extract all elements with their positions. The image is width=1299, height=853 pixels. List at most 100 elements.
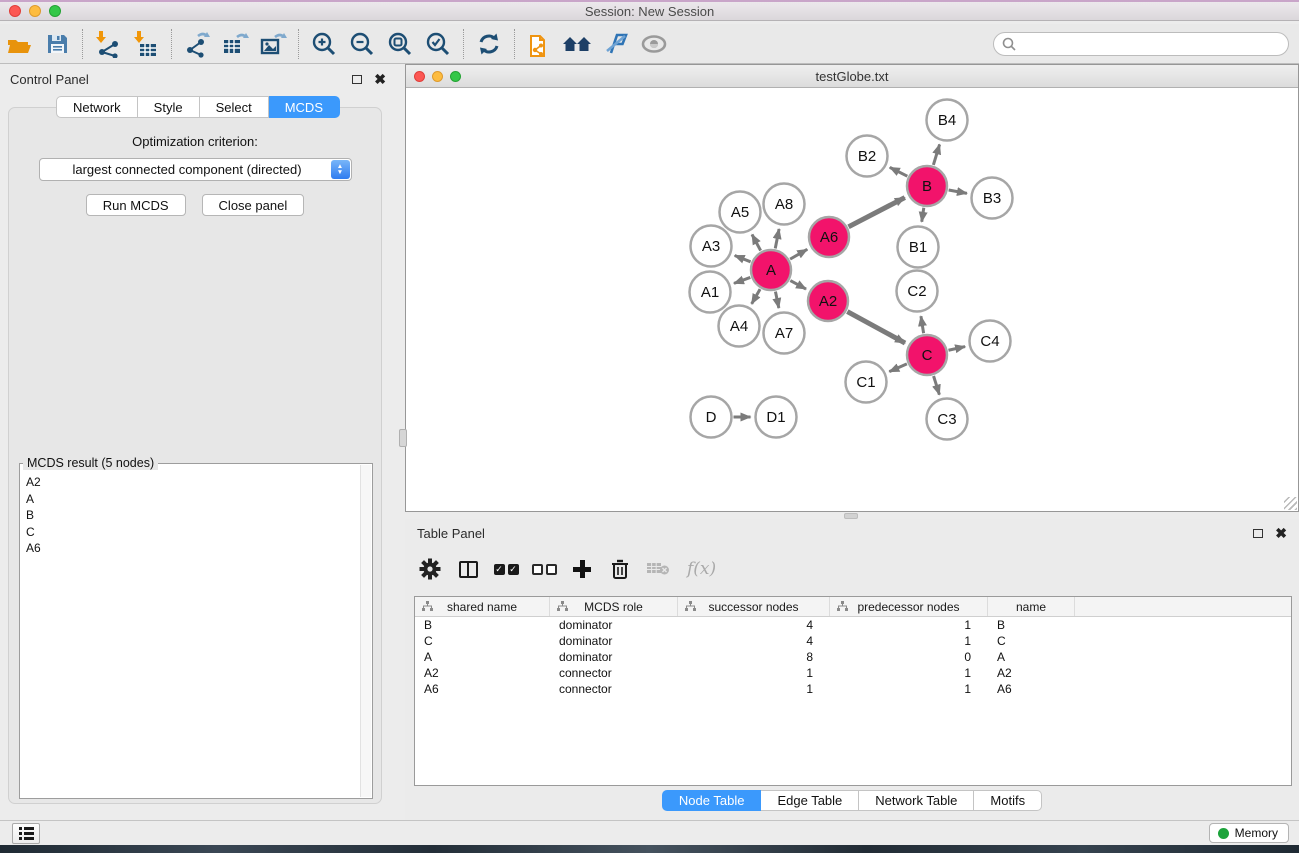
zoom-fit-button[interactable] xyxy=(381,27,419,61)
zoom-in-button[interactable] xyxy=(305,27,343,61)
home-button[interactable] xyxy=(559,27,597,61)
tab-style[interactable]: Style xyxy=(138,96,200,118)
tab-network-table[interactable]: Network Table xyxy=(859,790,974,811)
mcds-result-item[interactable]: A2 xyxy=(26,474,358,491)
graph-node-C3[interactable]: C3 xyxy=(927,399,968,440)
graph-edge-B-B3[interactable] xyxy=(949,190,967,193)
open-session-button[interactable] xyxy=(0,27,38,61)
save-session-button[interactable] xyxy=(38,27,76,61)
zoom-selected-button[interactable] xyxy=(419,27,457,61)
graph-node-A4[interactable]: A4 xyxy=(719,306,760,347)
graph-node-B4[interactable]: B4 xyxy=(927,100,968,141)
graph-node-A5[interactable]: A5 xyxy=(720,192,761,233)
graph-node-A3[interactable]: A3 xyxy=(691,226,732,267)
tab-network[interactable]: Network xyxy=(56,96,138,118)
column-header-name[interactable]: name xyxy=(988,597,1075,616)
column-header-mcds-role[interactable]: MCDS role xyxy=(550,597,678,616)
graph-node-A6[interactable]: A6 xyxy=(809,217,849,257)
show-graphics-details-button[interactable] xyxy=(635,27,673,61)
graph-edge-B-B4[interactable] xyxy=(933,144,939,165)
graph-node-B1[interactable]: B1 xyxy=(898,227,939,268)
table-row[interactable]: Bdominator41B xyxy=(415,617,1291,633)
table-row[interactable]: A2connector11A2 xyxy=(415,665,1291,681)
task-history-button[interactable] xyxy=(12,823,40,844)
tab-edge-table[interactable]: Edge Table xyxy=(761,790,859,811)
delete-column-button[interactable] xyxy=(601,552,639,586)
graph-edge-A2-C[interactable] xyxy=(847,312,905,343)
graph-node-B3[interactable]: B3 xyxy=(972,178,1013,219)
graph-edge-A-A2[interactable] xyxy=(790,281,806,290)
window-resize-grip[interactable] xyxy=(1284,497,1297,510)
tab-select[interactable]: Select xyxy=(200,96,269,118)
split-view-button[interactable] xyxy=(449,552,487,586)
column-header-successor-nodes[interactable]: successor nodes xyxy=(678,597,830,616)
search-input[interactable] xyxy=(1016,34,1288,54)
graph-node-A2[interactable]: A2 xyxy=(808,281,848,321)
graph-node-A[interactable]: A xyxy=(751,250,791,290)
graph-edge-C-C1[interactable] xyxy=(889,364,907,372)
graph-edge-A-A4[interactable] xyxy=(752,289,760,304)
table-row[interactable]: Adominator80A xyxy=(415,649,1291,665)
network-window-titlebar[interactable]: testGlobe.txt xyxy=(406,65,1298,88)
table-row[interactable]: Cdominator41C xyxy=(415,633,1291,649)
graph-node-A8[interactable]: A8 xyxy=(764,184,805,225)
graph-node-A1[interactable]: A1 xyxy=(690,272,731,313)
graph-edge-C-C4[interactable] xyxy=(948,347,965,351)
select-all-button[interactable]: ✓✓ xyxy=(487,552,525,586)
search-field[interactable] xyxy=(993,32,1289,56)
result-list-scrollbar[interactable] xyxy=(360,465,371,797)
graph-node-B[interactable]: B xyxy=(907,166,947,206)
close-panel-icon[interactable]: ✖ xyxy=(374,72,386,86)
graph-node-B2[interactable]: B2 xyxy=(847,136,888,177)
mcds-result-item[interactable]: A xyxy=(26,491,358,508)
close-table-panel-icon[interactable]: ✖ xyxy=(1275,526,1287,540)
graph-edge-A-A7[interactable] xyxy=(775,292,778,308)
network-canvas[interactable]: B4 B2 B B3 A5A8A6 A3 B1 A C2 A1 A2 A4A7 C4 C C1 D D1 C3 xyxy=(406,88,1298,511)
graph-edge-B-B2[interactable] xyxy=(890,167,908,176)
tab-motifs[interactable]: Motifs xyxy=(974,790,1042,811)
float-panel-icon[interactable] xyxy=(352,75,362,84)
graph-node-C[interactable]: C xyxy=(907,335,947,375)
graph-edge-A-A3[interactable] xyxy=(735,255,751,261)
graph-node-C1[interactable]: C1 xyxy=(846,362,887,403)
graph-edge-C-C2[interactable] xyxy=(921,316,924,333)
run-mcds-button[interactable]: Run MCDS xyxy=(86,194,186,216)
graph-edge-A-A8[interactable] xyxy=(775,229,779,248)
hide-labels-button[interactable] xyxy=(597,27,635,61)
graph-node-C2[interactable]: C2 xyxy=(897,271,938,312)
export-table-button[interactable] xyxy=(216,27,254,61)
refresh-button[interactable] xyxy=(470,27,508,61)
graph-node-C4[interactable]: C4 xyxy=(970,321,1011,362)
graph-node-D[interactable]: D xyxy=(691,397,732,438)
graph-edge-A6-B[interactable] xyxy=(849,198,905,227)
graph-node-A7[interactable]: A7 xyxy=(764,313,805,354)
table-settings-button[interactable] xyxy=(411,552,449,586)
tab-mcds[interactable]: MCDS xyxy=(269,96,340,118)
delete-table-button[interactable] xyxy=(639,552,677,586)
export-network-button[interactable] xyxy=(178,27,216,61)
mcds-result-item[interactable]: B xyxy=(26,507,358,524)
import-network-button[interactable] xyxy=(89,27,127,61)
column-header-predecessor-nodes[interactable]: predecessor nodes xyxy=(830,597,988,616)
tab-node-table[interactable]: Node Table xyxy=(662,790,762,811)
graph-edge-A-A6[interactable] xyxy=(790,249,807,259)
table-row[interactable]: A6connector11A6 xyxy=(415,681,1291,697)
add-column-button[interactable] xyxy=(563,552,601,586)
graph-edge-A-A1[interactable] xyxy=(734,277,750,283)
criterion-dropdown[interactable]: largest connected component (directed) ▲… xyxy=(39,158,352,181)
deselect-all-button[interactable] xyxy=(525,552,563,586)
import-table-button[interactable] xyxy=(127,27,165,61)
export-image-button[interactable] xyxy=(254,27,292,61)
graph-node-D1[interactable]: D1 xyxy=(756,397,797,438)
close-panel-button[interactable]: Close panel xyxy=(202,194,305,216)
mcds-result-item[interactable]: C xyxy=(26,524,358,541)
function-builder-button[interactable]: f(x) xyxy=(687,559,716,579)
graph-edge-C-C3[interactable] xyxy=(934,376,940,395)
zoom-out-button[interactable] xyxy=(343,27,381,61)
graph-edge-B-B1[interactable] xyxy=(922,208,924,222)
mcds-result-item[interactable]: A6 xyxy=(26,540,358,557)
column-header-shared-name[interactable]: shared name xyxy=(415,597,550,616)
vertical-splitter-handle[interactable] xyxy=(399,429,407,447)
memory-button[interactable]: Memory xyxy=(1209,823,1289,843)
float-table-panel-icon[interactable] xyxy=(1253,529,1263,538)
